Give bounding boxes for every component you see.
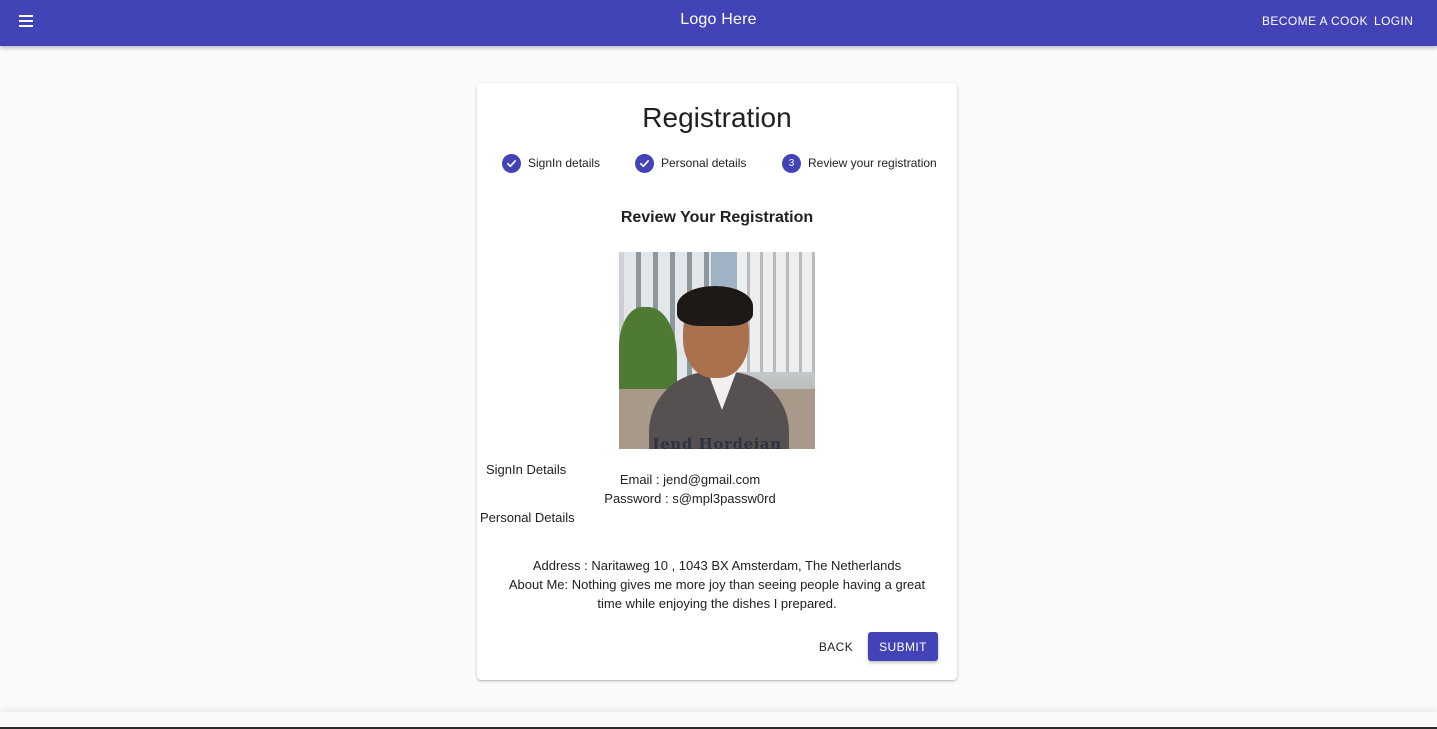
step-label: Review your registration: [808, 156, 937, 170]
about-me-value: About Me: Nothing gives me more joy than…: [508, 577, 926, 611]
back-button[interactable]: BACK: [811, 632, 861, 661]
become-a-cook-button[interactable]: BECOME A COOK: [1262, 14, 1368, 28]
address-value: Address : Naritaweg 10 , 1043 BX Amsterd…: [532, 558, 902, 573]
page-title: Registration: [642, 102, 792, 133]
step-signin-details: SignIn details: [502, 153, 600, 173]
step-label: SignIn details: [528, 156, 601, 170]
registration-card: Registration SignIn details Personal det…: [477, 83, 957, 680]
step-personal-details: Personal details: [635, 153, 746, 173]
login-button[interactable]: LOGIN: [1374, 14, 1413, 28]
photo-person-hair: [677, 286, 753, 326]
check-circle-icon: [502, 153, 521, 173]
personal-details-heading: Personal Details: [480, 510, 575, 525]
app-bar: Logo Here BECOME A COOK LOGIN: [0, 0, 1437, 46]
photo-caption: Jend Hordejan: [652, 435, 782, 449]
email-value: Email : jend@gmail.com: [619, 472, 761, 487]
submit-button[interactable]: SUBMIT: [868, 632, 938, 661]
logo[interactable]: Logo Here: [0, 11, 1437, 29]
review-heading: Review Your Registration: [620, 209, 814, 226]
step-number: 3: [782, 153, 801, 173]
profile-photo: Jend Hordejan: [619, 252, 815, 449]
page-footer: [0, 712, 1437, 729]
step-label: Personal details: [661, 156, 747, 170]
password-value: Password : s@mpl3passw0rd: [604, 491, 776, 506]
step-review-registration: 3 Review your registration: [782, 153, 937, 173]
check-circle-icon: [635, 153, 654, 173]
